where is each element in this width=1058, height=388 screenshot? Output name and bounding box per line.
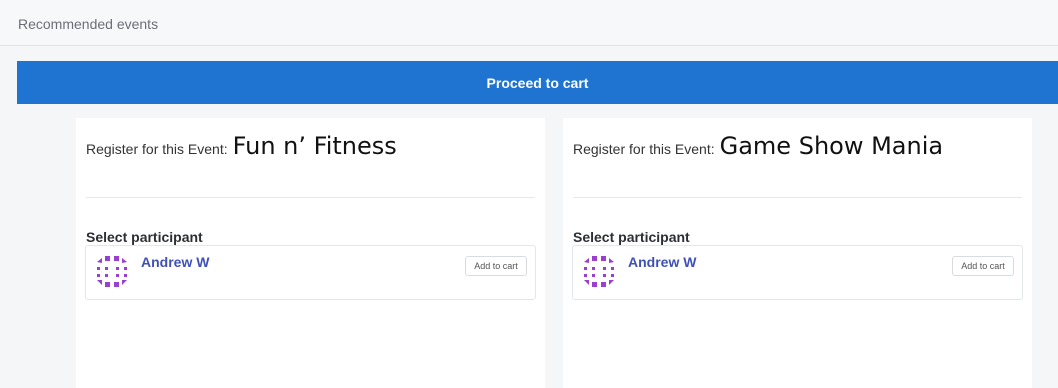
- add-to-cart-button[interactable]: Add to cart: [465, 256, 527, 276]
- participant-row[interactable]: Andrew W Add to cart: [85, 245, 536, 300]
- participant-name[interactable]: Andrew W: [141, 254, 209, 270]
- add-to-cart-button[interactable]: Add to cart: [952, 256, 1014, 276]
- page-header: Recommended events: [0, 0, 1058, 46]
- event-card: Register for this Event: Fun n’ Fitness …: [76, 118, 545, 388]
- divider: [573, 197, 1022, 198]
- participant-row[interactable]: Andrew W Add to cart: [572, 245, 1023, 300]
- divider: [86, 197, 535, 198]
- event-name: Fun n’ Fitness: [232, 132, 397, 160]
- select-participant-label: Select participant: [573, 229, 690, 245]
- proceed-to-cart-button[interactable]: Proceed to cart: [17, 61, 1058, 104]
- event-heading: Register for this Event: Fun n’ Fitness: [86, 132, 397, 160]
- identicon-avatar-icon: [97, 256, 127, 287]
- section-title: Recommended events: [18, 16, 159, 32]
- participant-name[interactable]: Andrew W: [628, 254, 696, 270]
- register-prefix: Register for this Event:: [573, 141, 715, 157]
- register-prefix: Register for this Event:: [86, 141, 228, 157]
- identicon-avatar-icon: [584, 256, 614, 287]
- select-participant-label: Select participant: [86, 229, 203, 245]
- event-name: Game Show Mania: [719, 132, 944, 160]
- event-heading: Register for this Event: Game Show Mania: [573, 132, 943, 160]
- event-card: Register for this Event: Game Show Mania…: [563, 118, 1032, 388]
